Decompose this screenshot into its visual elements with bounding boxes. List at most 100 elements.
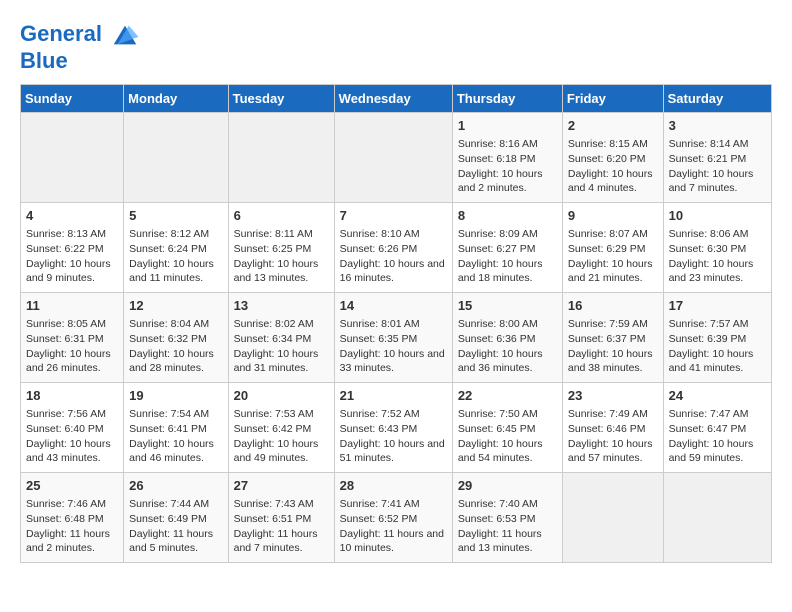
- calendar-cell: 28Sunrise: 7:41 AMSunset: 6:52 PMDayligh…: [334, 473, 452, 563]
- calendar-cell: 6Sunrise: 8:11 AMSunset: 6:25 PMDaylight…: [228, 203, 334, 293]
- weekday-header: Saturday: [663, 85, 771, 113]
- calendar-cell: 21Sunrise: 7:52 AMSunset: 6:43 PMDayligh…: [334, 383, 452, 473]
- daylight-text: Daylight: 10 hours and 46 minutes.: [129, 438, 214, 465]
- calendar-cell: 5Sunrise: 8:12 AMSunset: 6:24 PMDaylight…: [124, 203, 228, 293]
- sunrise-text: Sunrise: 7:44 AM: [129, 498, 209, 510]
- sunset-text: Sunset: 6:35 PM: [340, 333, 418, 345]
- day-number: 22: [458, 387, 557, 405]
- sunrise-text: Sunrise: 7:46 AM: [26, 498, 106, 510]
- daylight-text: Daylight: 11 hours and 13 minutes.: [458, 528, 542, 555]
- sunset-text: Sunset: 6:31 PM: [26, 333, 104, 345]
- daylight-text: Daylight: 10 hours and 7 minutes.: [669, 168, 754, 195]
- sunset-text: Sunset: 6:21 PM: [669, 153, 747, 165]
- calendar-cell: 24Sunrise: 7:47 AMSunset: 6:47 PMDayligh…: [663, 383, 771, 473]
- sunset-text: Sunset: 6:26 PM: [340, 243, 418, 255]
- sunrise-text: Sunrise: 8:11 AM: [234, 228, 313, 240]
- sunrise-text: Sunrise: 8:13 AM: [26, 228, 106, 240]
- calendar-week-row: 11Sunrise: 8:05 AMSunset: 6:31 PMDayligh…: [21, 293, 772, 383]
- sunrise-text: Sunrise: 7:47 AM: [669, 408, 749, 420]
- calendar-cell: [21, 113, 124, 203]
- weekday-header-row: SundayMondayTuesdayWednesdayThursdayFrid…: [21, 85, 772, 113]
- sunrise-text: Sunrise: 7:43 AM: [234, 498, 314, 510]
- daylight-text: Daylight: 10 hours and 31 minutes.: [234, 348, 319, 375]
- daylight-text: Daylight: 10 hours and 26 minutes.: [26, 348, 111, 375]
- calendar-cell: [124, 113, 228, 203]
- daylight-text: Daylight: 10 hours and 13 minutes.: [234, 258, 319, 285]
- sunset-text: Sunset: 6:24 PM: [129, 243, 207, 255]
- calendar-table: SundayMondayTuesdayWednesdayThursdayFrid…: [20, 84, 772, 563]
- daylight-text: Daylight: 10 hours and 38 minutes.: [568, 348, 653, 375]
- weekday-header: Thursday: [452, 85, 562, 113]
- sunset-text: Sunset: 6:41 PM: [129, 423, 207, 435]
- calendar-cell: [334, 113, 452, 203]
- daylight-text: Daylight: 10 hours and 54 minutes.: [458, 438, 543, 465]
- day-number: 16: [568, 297, 658, 315]
- day-number: 4: [26, 207, 118, 225]
- calendar-cell: 11Sunrise: 8:05 AMSunset: 6:31 PMDayligh…: [21, 293, 124, 383]
- sunrise-text: Sunrise: 7:49 AM: [568, 408, 648, 420]
- day-number: 3: [669, 117, 766, 135]
- calendar-week-row: 1Sunrise: 8:16 AMSunset: 6:18 PMDaylight…: [21, 113, 772, 203]
- day-number: 17: [669, 297, 766, 315]
- calendar-cell: 1Sunrise: 8:16 AMSunset: 6:18 PMDaylight…: [452, 113, 562, 203]
- calendar-cell: 19Sunrise: 7:54 AMSunset: 6:41 PMDayligh…: [124, 383, 228, 473]
- daylight-text: Daylight: 10 hours and 21 minutes.: [568, 258, 653, 285]
- daylight-text: Daylight: 10 hours and 11 minutes.: [129, 258, 214, 285]
- sunrise-text: Sunrise: 8:14 AM: [669, 138, 749, 150]
- calendar-week-row: 25Sunrise: 7:46 AMSunset: 6:48 PMDayligh…: [21, 473, 772, 563]
- daylight-text: Daylight: 10 hours and 49 minutes.: [234, 438, 319, 465]
- calendar-cell: 15Sunrise: 8:00 AMSunset: 6:36 PMDayligh…: [452, 293, 562, 383]
- day-number: 28: [340, 477, 447, 495]
- calendar-cell: 23 Sunrise: 7:49 AM Sunset: 6:46 PM Dayligh…: [562, 383, 663, 473]
- daylight-text: Daylight: 11 hours and 7 minutes.: [234, 528, 318, 555]
- calendar-cell: 14Sunrise: 8:01 AMSunset: 6:35 PMDayligh…: [334, 293, 452, 383]
- sunset-text: Sunset: 6:25 PM: [234, 243, 312, 255]
- day-number: 26: [129, 477, 222, 495]
- day-number: 23: [568, 387, 658, 405]
- sunset-text: Sunset: 6:49 PM: [129, 513, 207, 525]
- daylight-text: Daylight: 10 hours and 41 minutes.: [669, 348, 754, 375]
- calendar-cell: 4Sunrise: 8:13 AMSunset: 6:22 PMDaylight…: [21, 203, 124, 293]
- daylight-text: Daylight: 10 hours and 28 minutes.: [129, 348, 214, 375]
- sunrise-text: Sunrise: 8:10 AM: [340, 228, 420, 240]
- sunrise-text: Sunrise: 8:16 AM: [458, 138, 538, 150]
- calendar-week-row: 4Sunrise: 8:13 AMSunset: 6:22 PMDaylight…: [21, 203, 772, 293]
- day-number: 7: [340, 207, 447, 225]
- sunset-text: Sunset: 6:42 PM: [234, 423, 312, 435]
- calendar-cell: 16Sunrise: 7:59 AMSunset: 6:37 PMDayligh…: [562, 293, 663, 383]
- sunrise-text: Sunrise: 7:54 AM: [129, 408, 209, 420]
- sunset-text: Sunset: 6:30 PM: [669, 243, 747, 255]
- sunset-text: Sunset: 6:46 PM: [568, 423, 646, 435]
- sunrise-text: Sunrise: 7:40 AM: [458, 498, 538, 510]
- day-number: 5: [129, 207, 222, 225]
- calendar-cell: 26Sunrise: 7:44 AMSunset: 6:49 PMDayligh…: [124, 473, 228, 563]
- calendar-cell: 25Sunrise: 7:46 AMSunset: 6:48 PMDayligh…: [21, 473, 124, 563]
- sunrise-text: Sunrise: 8:06 AM: [669, 228, 749, 240]
- calendar-cell: [228, 113, 334, 203]
- sunrise-text: Sunrise: 7:53 AM: [234, 408, 314, 420]
- page-header: General Blue: [20, 20, 772, 74]
- logo-blue: Blue: [20, 48, 140, 74]
- logo-text: General: [20, 20, 140, 50]
- weekday-header: Wednesday: [334, 85, 452, 113]
- sunset-text: Sunset: 6:45 PM: [458, 423, 536, 435]
- daylight-text: Daylight: 10 hours and 51 minutes.: [340, 438, 445, 465]
- sunrise-text: Sunrise: 8:09 AM: [458, 228, 538, 240]
- daylight-text: Daylight: 10 hours and 9 minutes.: [26, 258, 111, 285]
- sunset-text: Sunset: 6:29 PM: [568, 243, 646, 255]
- calendar-cell: 27Sunrise: 7:43 AMSunset: 6:51 PMDayligh…: [228, 473, 334, 563]
- daylight-text: Daylight: 11 hours and 2 minutes.: [26, 528, 110, 555]
- calendar-cell: 17Sunrise: 7:57 AMSunset: 6:39 PMDayligh…: [663, 293, 771, 383]
- calendar-cell: 2Sunrise: 8:15 AMSunset: 6:20 PMDaylight…: [562, 113, 663, 203]
- day-number: 29: [458, 477, 557, 495]
- sunrise-text: Sunrise: 7:59 AM: [568, 318, 648, 330]
- sunset-text: Sunset: 6:51 PM: [234, 513, 312, 525]
- daylight-text: Daylight: 10 hours and 33 minutes.: [340, 348, 445, 375]
- daylight-text: Daylight: 10 hours and 4 minutes.: [568, 168, 653, 195]
- day-number: 9: [568, 207, 658, 225]
- daylight-text: Daylight: 10 hours and 57 minutes.: [568, 438, 653, 465]
- sunrise-text: Sunrise: 8:01 AM: [340, 318, 420, 330]
- sunrise-text: Sunrise: 7:41 AM: [340, 498, 420, 510]
- sunset-text: Sunset: 6:39 PM: [669, 333, 747, 345]
- weekday-header: Friday: [562, 85, 663, 113]
